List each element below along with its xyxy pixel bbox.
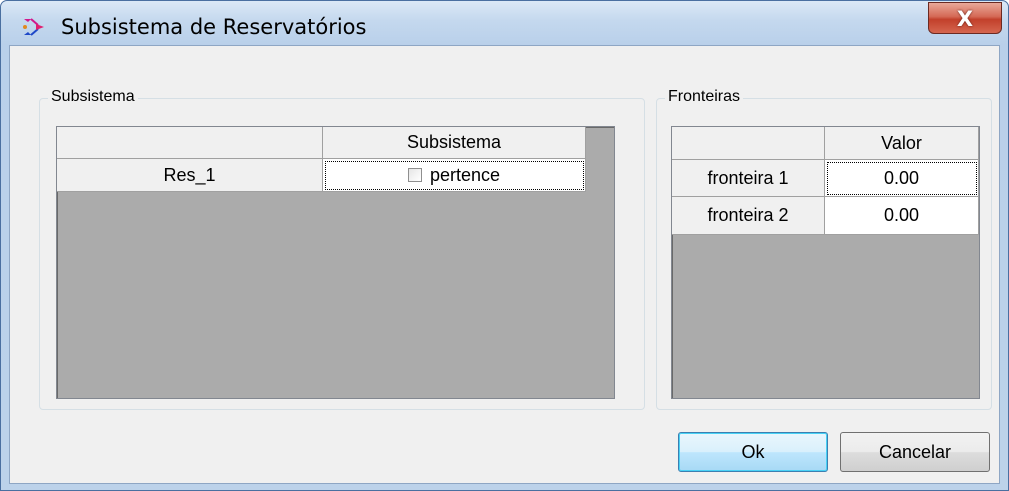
pertence-checkbox[interactable] xyxy=(407,168,422,182)
title-bar[interactable]: Subsistema de Reservatórios X xyxy=(1,1,1008,45)
window-title: Subsistema de Reservatórios xyxy=(61,15,367,39)
cancel-button[interactable]: Cancelar xyxy=(840,432,990,472)
subsistema-grid[interactable]: Subsistema Res_1 pertence xyxy=(56,126,615,399)
app-icon xyxy=(23,18,44,36)
subsistema-group-label: Subsistema xyxy=(48,88,138,106)
row-header-fronteira-2[interactable]: fronteira 2 xyxy=(672,197,825,235)
fronteiras-groupbox: Fronteiras Valor fronteira 1 0.00 fronte… xyxy=(656,88,992,410)
close-button[interactable]: X xyxy=(928,2,1002,34)
pertence-label: pertence xyxy=(429,164,501,185)
fronteira-1-value-cell[interactable]: 0.00 xyxy=(825,160,979,197)
fronteira-2-value-cell[interactable]: 0.00 xyxy=(825,197,979,235)
pertence-cell[interactable]: pertence xyxy=(323,159,586,192)
subsistema-groupbox: Subsistema Subsistema Res_1 pertence xyxy=(39,88,645,410)
fronteiras-grid[interactable]: Valor fronteira 1 0.00 fronteira 2 0.00 xyxy=(671,126,980,399)
dialog-client-area: Subsistema Subsistema Res_1 pertence Fro… xyxy=(9,45,1000,484)
column-header-subsistema[interactable]: Subsistema xyxy=(323,127,586,159)
fronteiras-grid-corner-header xyxy=(672,127,825,160)
dialog-window: Subsistema de Reservatórios X Subsistema… xyxy=(0,0,1009,491)
row-header-res-1[interactable]: Res_1 xyxy=(57,159,323,192)
grid-corner-header xyxy=(57,127,323,159)
fronteiras-group-label: Fronteiras xyxy=(665,88,744,106)
ok-button[interactable]: Ok xyxy=(678,432,828,472)
close-icon: X xyxy=(956,7,974,31)
column-header-valor[interactable]: Valor xyxy=(825,127,979,160)
row-header-fronteira-1[interactable]: fronteira 1 xyxy=(672,160,825,197)
